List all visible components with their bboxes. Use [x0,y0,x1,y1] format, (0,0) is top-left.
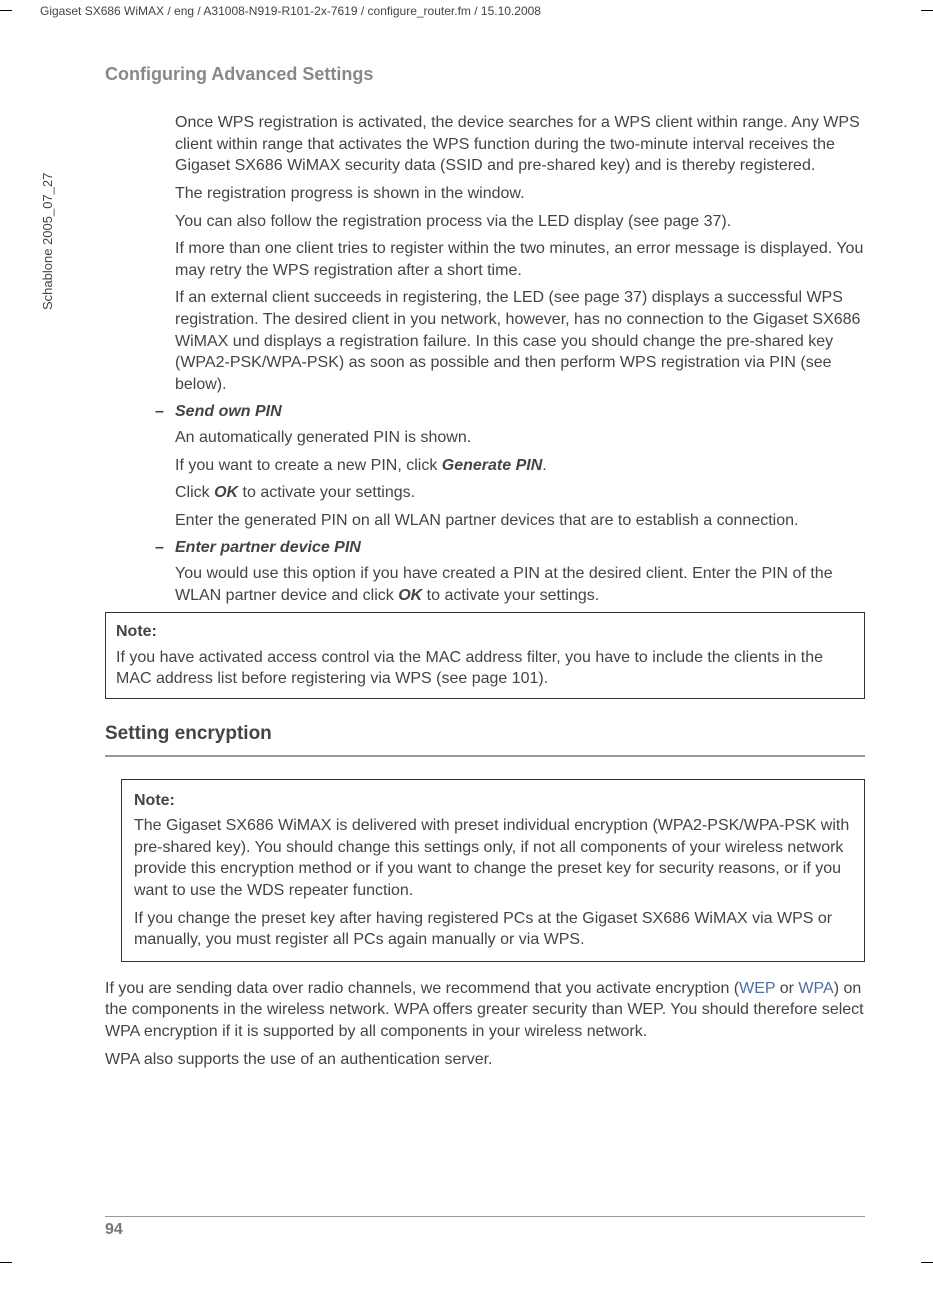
list-item: – Send own PIN [155,401,865,423]
text-span: or [775,980,798,997]
body-paragraph: If more than one client tries to registe… [175,238,865,281]
body-paragraph: The registration progress is shown in th… [175,183,865,205]
header-path: Gigaset SX686 WiMAX / eng / A31008-N919-… [40,4,893,18]
sidebar-template-label: Schablone 2005_07_27 [40,173,55,310]
note-box: Note: If you have activated access contr… [105,612,865,699]
note-title: Note: [134,790,852,812]
page-footer-rule [105,1216,865,1217]
body-paragraph: If you want to create a new PIN, click G… [175,455,865,477]
note-body: The Gigaset SX686 WiMAX is delivered wit… [134,815,852,901]
body-paragraph: An automatically generated PIN is shown. [175,427,865,449]
ui-label-reference: OK [398,587,422,604]
list-item-title: Enter partner device PIN [175,537,361,559]
note-title: Note: [116,621,854,643]
ui-label-reference: Generate PIN [442,457,542,474]
text-span: to activate your settings. [422,587,599,604]
note-body: If you change the preset key after havin… [134,908,852,951]
note-body: If you have activated access control via… [116,647,854,690]
body-paragraph: WPA also supports the use of an authenti… [105,1049,865,1071]
body-paragraph: If you are sending data over radio chann… [105,978,865,1043]
text-span: . [542,457,546,474]
page-content: Configuring Advanced Settings Once WPS r… [105,62,865,1076]
crop-mark [921,10,933,11]
body-paragraph: You can also follow the registration pro… [175,211,865,233]
body-paragraph: You would use this option if you have cr… [175,563,865,606]
body-paragraph: If an external client succeeds in regist… [175,287,865,395]
body-paragraph: Once WPS registration is activated, the … [175,112,865,177]
note-box: Note: The Gigaset SX686 WiMAX is deliver… [121,779,865,962]
list-item: – Enter partner device PIN [155,537,865,559]
page-number: 94 [105,1221,123,1239]
crop-mark [0,10,12,11]
section-divider [105,755,865,757]
ui-label-reference: OK [214,484,238,501]
section-title: Configuring Advanced Settings [105,62,865,86]
dash-bullet: – [155,401,175,423]
text-span: Click [175,484,214,501]
subsection-title: Setting encryption [105,721,865,747]
text-span: If you are sending data over radio chann… [105,980,739,997]
list-item-title: Send own PIN [175,401,282,423]
glossary-link-wep[interactable]: WEP [739,980,775,997]
glossary-link-wpa[interactable]: WPA [798,980,833,997]
body-paragraph: Enter the generated PIN on all WLAN part… [175,510,865,532]
crop-mark [0,1262,12,1263]
text-span: to activate your settings. [238,484,415,501]
crop-mark [921,1262,933,1263]
dash-bullet: – [155,537,175,559]
body-paragraph: Click OK to activate your settings. [175,482,865,504]
text-span: If you want to create a new PIN, click [175,457,442,474]
